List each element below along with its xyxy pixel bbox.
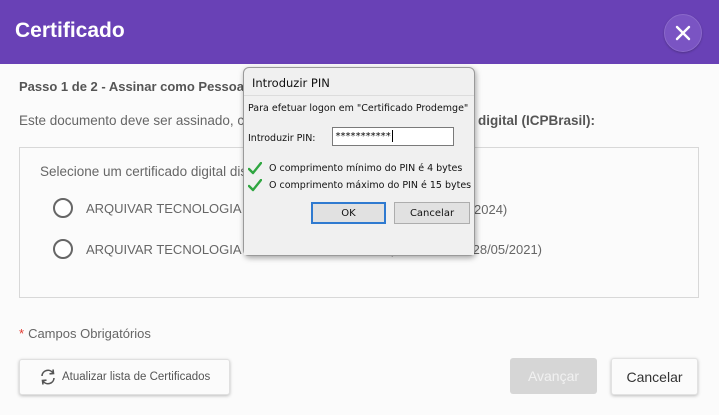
pin-dialog: Introduzir PIN Para efetuar logon em "Ce… (243, 67, 475, 256)
modal-title: Certificado (15, 19, 125, 42)
pin-dialog-title: Introduzir PIN (252, 76, 330, 90)
certificate-prompt: Selecione um certificado digital dis (40, 164, 248, 179)
pin-rule-text: O comprimento máximo do PIN é 15 bytes (269, 180, 472, 191)
pin-label: Introduzir PIN: (248, 133, 316, 144)
pin-cancel-button[interactable]: Cancelar (394, 202, 470, 224)
description-text: Este documento deve ser assinado, co (19, 113, 252, 128)
pin-dialog-body: Para efetuar logon em "Certificado Prode… (244, 95, 474, 255)
pin-rule-max: O comprimento máximo do PIN é 15 bytes (248, 179, 471, 192)
pin-input[interactable]: *********** (332, 127, 454, 146)
radio-button[interactable] (53, 239, 73, 259)
required-fields-note: * Campos Obrigatórios (19, 326, 151, 341)
radio-button[interactable] (53, 198, 73, 218)
pin-ok-button[interactable]: OK (311, 202, 386, 224)
step-indicator: Passo 1 de 2 - Assinar como Pessoa Fís (19, 79, 267, 94)
refresh-certificates-button[interactable]: Atualizar lista de Certificados (19, 359, 230, 395)
checkmark-icon (248, 162, 262, 175)
pin-rule-min: O comprimento mínimo do PIN é 4 bytes (248, 162, 462, 175)
checkmark-icon (248, 179, 262, 192)
cancel-button[interactable]: Cancelar (611, 358, 698, 395)
modal-header: Certificado (0, 0, 719, 64)
close-button[interactable] (664, 14, 702, 52)
close-icon (675, 25, 691, 41)
required-star: * (19, 326, 25, 341)
refresh-icon (41, 369, 55, 385)
pin-message: Para efetuar logon em "Certificado Prode… (248, 103, 469, 114)
next-button[interactable]: Avançar (510, 358, 597, 394)
required-label: Campos Obrigatórios (28, 326, 151, 341)
pin-rule-text: O comprimento mínimo do PIN é 4 bytes (269, 163, 463, 174)
refresh-button-label: Atualizar lista de Certificados (62, 371, 211, 383)
description-text-right: digital (ICPBrasil): (478, 113, 596, 128)
certificate-label-tail: 2024) (474, 202, 508, 217)
